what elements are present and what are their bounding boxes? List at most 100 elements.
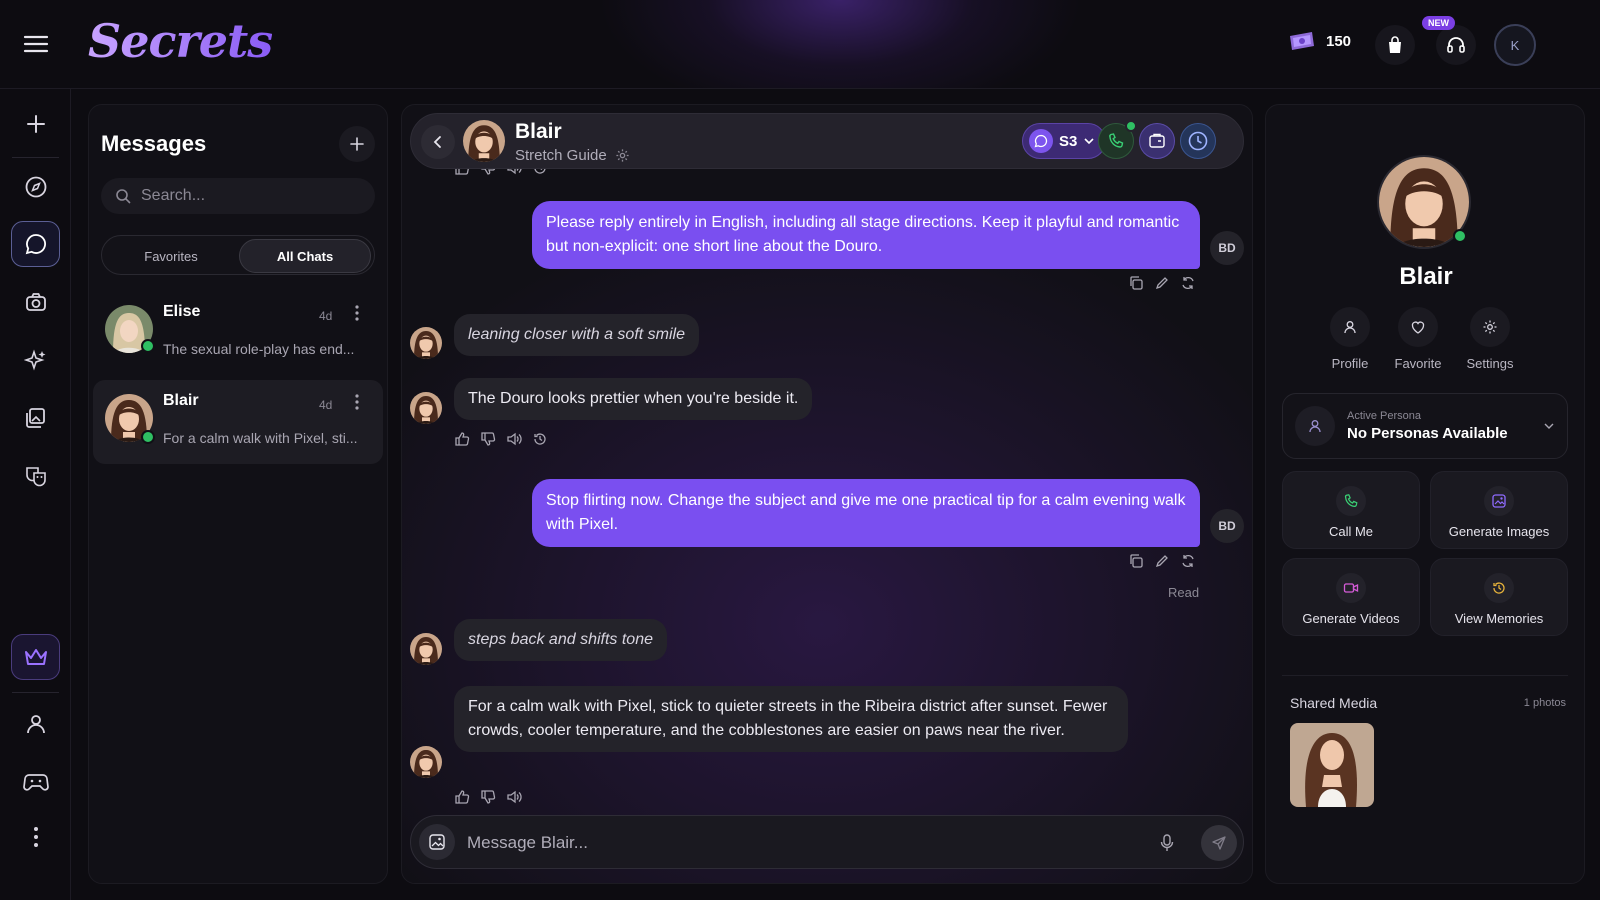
profile-name: Blair [1399,263,1453,290]
memory-timer-button[interactable] [1180,123,1216,159]
microphone-icon[interactable] [1159,833,1175,853]
chevron-down-icon [1543,420,1555,432]
tile-label: Generate Images [1448,524,1550,539]
avatar[interactable] [463,120,505,162]
shop-button[interactable] [1375,25,1415,65]
gear-icon [1470,307,1510,347]
chat-character-subtitle: Stretch Guide [515,147,630,164]
gallery-icon [24,406,48,430]
chat-list-item-elise[interactable]: Elise 4d The sexual role-play has end... [93,291,383,375]
gem-ticket-icon [1288,30,1316,52]
top-bar: Secrets 150 NEW K [0,0,1600,89]
divider [1282,675,1568,676]
more-vertical-icon[interactable] [348,305,366,325]
voice-call-button[interactable] [1098,120,1137,159]
generate-images-tile[interactable]: Generate Images [1430,471,1568,549]
message-input[interactable] [467,830,1147,856]
user-avatar: BD [1210,231,1244,265]
subtitle-text: Stretch Guide [515,147,607,164]
more-vertical-icon [33,825,39,849]
gamepad-icon [22,771,49,793]
chat-panel: Blair Stretch Guide S3 Please reply enti… [401,104,1253,884]
copy-icon[interactable] [1128,275,1144,291]
avatar [410,746,442,778]
premium-button[interactable] [11,634,60,680]
chat-list-item-blair[interactable]: Blair 4d For a calm walk with Pixel, sti… [93,380,383,464]
headset-icon [1445,34,1467,56]
more-options-button[interactable] [11,814,60,860]
call-me-tile[interactable]: Call Me [1282,471,1420,549]
scene-selector[interactable]: S3 [1022,123,1106,159]
camera-button[interactable] [11,279,60,325]
active-persona-selector[interactable]: Active Persona No Personas Available [1282,393,1568,459]
chat-time: 4d [319,309,333,323]
avatar [410,327,442,359]
user-avatar[interactable]: K [1494,24,1536,66]
persona-value: No Personas Available [1347,425,1508,442]
account-button[interactable] [11,701,60,747]
persona-label: Active Persona [1347,410,1421,422]
chat-bubble-icon [1029,129,1053,153]
thumbs-down-icon[interactable] [480,789,496,805]
generate-button[interactable] [11,337,60,383]
action-label: Favorite [1394,356,1442,371]
profile-panel: Blair Profile Favorite Settings Active P… [1265,104,1585,884]
refresh-icon[interactable] [1180,553,1196,569]
ai-message: The Douro looks prettier when you're bes… [454,378,813,420]
call-available-indicator [1125,120,1137,132]
tile-label: Generate Videos [1302,611,1400,626]
chats-button[interactable] [11,221,60,267]
attach-image-button[interactable] [419,824,455,860]
roleplay-button[interactable] [11,453,60,499]
user-avatar: BD [1210,509,1244,543]
tab-favorites[interactable]: Favorites [105,239,237,273]
edit-pencil-icon[interactable] [1154,275,1170,291]
chat-header: Blair Stretch Guide S3 [410,113,1244,169]
chat-character-name: Blair [515,120,562,143]
phone-icon [1336,486,1366,516]
refresh-icon[interactable] [1180,275,1196,291]
new-chat-button[interactable] [11,101,60,147]
explore-button[interactable] [11,164,60,210]
gallery-button[interactable] [11,395,60,441]
new-message-button[interactable] [339,126,375,162]
games-button[interactable] [11,759,60,805]
support-button[interactable] [1436,25,1476,65]
sparkles-icon [23,348,48,372]
profile-action-favorite[interactable]: Favorite [1378,307,1458,371]
copy-icon[interactable] [1128,553,1144,569]
speaker-icon[interactable] [506,431,522,447]
gear-icon[interactable] [615,148,630,163]
history-icon[interactable] [532,431,548,447]
hamburger-menu-icon[interactable] [22,32,50,56]
generate-videos-tile[interactable]: Generate Videos [1282,558,1420,636]
plus-icon [25,113,47,135]
thumbs-down-icon[interactable] [480,431,496,447]
profile-action-settings[interactable]: Settings [1450,307,1530,371]
more-vertical-icon[interactable] [348,394,366,414]
folder-image-icon [1148,132,1166,150]
tile-label: Call Me [1328,524,1374,539]
back-button[interactable] [421,125,455,159]
tab-all-chats[interactable]: All Chats [239,239,371,273]
search-input[interactable] [141,187,351,205]
shared-media-thumbnail[interactable] [1290,723,1374,807]
edit-pencil-icon[interactable] [1154,553,1170,569]
clock-icon [1187,130,1209,152]
thumbs-up-icon[interactable] [454,789,470,805]
send-button[interactable] [1201,825,1237,861]
ai-message-actions [454,431,548,447]
search-box[interactable] [101,178,375,214]
masks-icon [24,464,48,488]
speaker-icon[interactable] [506,789,522,805]
history-icon [1484,573,1514,603]
messages-title: Messages [101,131,207,156]
read-receipt: Read [1168,585,1200,600]
credits-display[interactable]: 150 [1288,30,1351,52]
view-memories-tile[interactable]: View Memories [1430,558,1568,636]
thumbs-up-icon[interactable] [454,431,470,447]
app-logo[interactable]: Secrets [88,14,273,68]
gallery-button[interactable] [1139,123,1175,159]
online-indicator [1453,229,1467,243]
ai-message-actions [454,789,522,805]
